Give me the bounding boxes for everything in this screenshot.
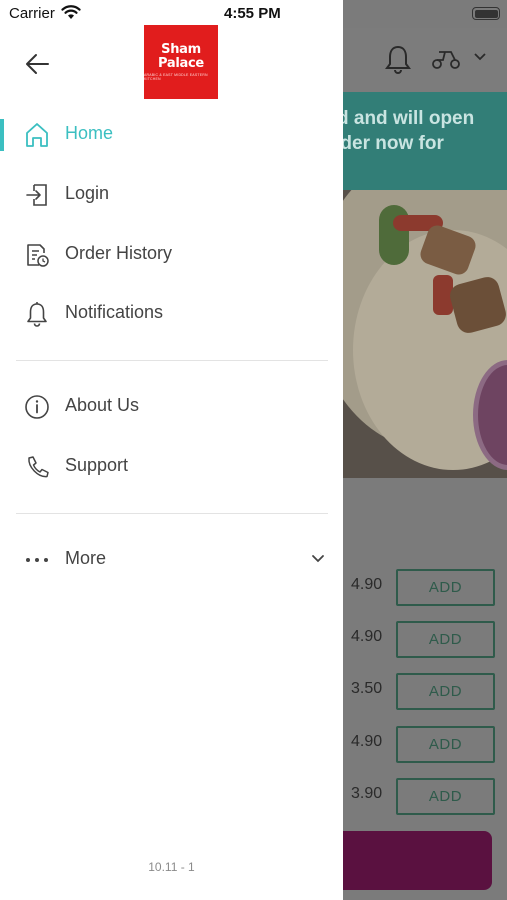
clock: 4:55 PM	[224, 5, 281, 22]
nav-item-notifications[interactable]: Notifications	[0, 286, 343, 342]
nav-label-more: More	[65, 548, 107, 568]
bell-icon	[27, 302, 47, 327]
view-cart-bar[interactable]	[343, 831, 492, 890]
menu-divider	[16, 360, 328, 361]
add-button[interactable]: ADD	[396, 726, 495, 763]
hero-food-image	[343, 190, 507, 478]
add-button[interactable]: ADD	[396, 778, 495, 815]
delivery-scooter-icon	[432, 51, 460, 69]
nav-item-home[interactable]: Home	[0, 107, 343, 163]
logo-text-palace: Palace	[158, 56, 204, 71]
info-icon	[25, 395, 49, 419]
add-button[interactable]: ADD	[396, 621, 495, 658]
menu-item-row: 3.50 ADD	[343, 673, 507, 710]
status-bar: Carrier 4:55 PM	[0, 0, 507, 28]
nav-item-support[interactable]: Support	[0, 439, 343, 495]
chevron-down-icon[interactable]	[310, 553, 326, 565]
login-icon	[26, 184, 47, 206]
back-arrow-icon[interactable]	[22, 48, 56, 80]
background-header	[343, 28, 507, 92]
item-price: 4.90	[351, 733, 383, 750]
nav-item-order-history[interactable]: Order History	[0, 227, 343, 283]
bell-icon	[385, 45, 411, 74]
battery-icon	[472, 7, 500, 20]
nav-label-order-history: Order History	[65, 243, 173, 263]
menu-item-row: 3.90 ADD	[343, 778, 507, 815]
nav-item-more[interactable]: More	[0, 532, 343, 588]
brand-logo: Sham Palace ARABIC & EAST MIDDLE EASTERN…	[144, 25, 218, 99]
menu-item-row: 4.90 ADD	[343, 621, 507, 658]
carrier-label: Carrier	[9, 5, 55, 22]
app-version: 10.11 - 1	[148, 860, 195, 874]
home-icon	[26, 123, 48, 147]
add-button[interactable]: ADD	[396, 673, 495, 710]
nav-label-home: Home	[65, 123, 114, 143]
banner-text-line1: d and will open	[343, 108, 475, 129]
nav-label-login: Login	[65, 183, 110, 203]
add-button[interactable]: ADD	[396, 569, 495, 606]
order-history-icon	[27, 244, 49, 267]
item-price: 3.50	[351, 680, 383, 697]
nav-label-notifications: Notifications	[65, 302, 164, 322]
closed-banner: d and will open rder now for	[343, 92, 507, 190]
item-price: 3.90	[351, 785, 383, 802]
item-price: 4.90	[351, 628, 383, 645]
menu-item-row: 4.90 ADD	[343, 726, 507, 763]
navigation-drawer: Sham Palace ARABIC & EAST MIDDLE EASTERN…	[0, 0, 343, 900]
chevron-down-icon	[474, 53, 486, 61]
logo-tagline: ARABIC & EAST MIDDLE EASTERN KITCHEN	[144, 73, 208, 81]
menu-item-row: 4.90 ADD	[343, 569, 507, 606]
active-indicator	[0, 119, 4, 151]
menu-divider	[16, 513, 328, 514]
phone-icon	[28, 456, 49, 478]
nav-label-about-us: About Us	[65, 395, 140, 415]
background-app[interactable]: d and will open rder now for 4.90 ADD 4.…	[343, 0, 507, 900]
nav-item-login[interactable]: Login	[0, 167, 343, 223]
more-dots-icon	[26, 558, 48, 562]
nav-label-support: Support	[65, 455, 129, 475]
wifi-icon	[61, 5, 81, 19]
nav-item-about-us[interactable]: About Us	[0, 379, 343, 435]
item-price: 4.90	[351, 576, 383, 593]
banner-text-line2: rder now for	[343, 133, 444, 154]
logo-text-sham: Sham	[161, 42, 201, 57]
